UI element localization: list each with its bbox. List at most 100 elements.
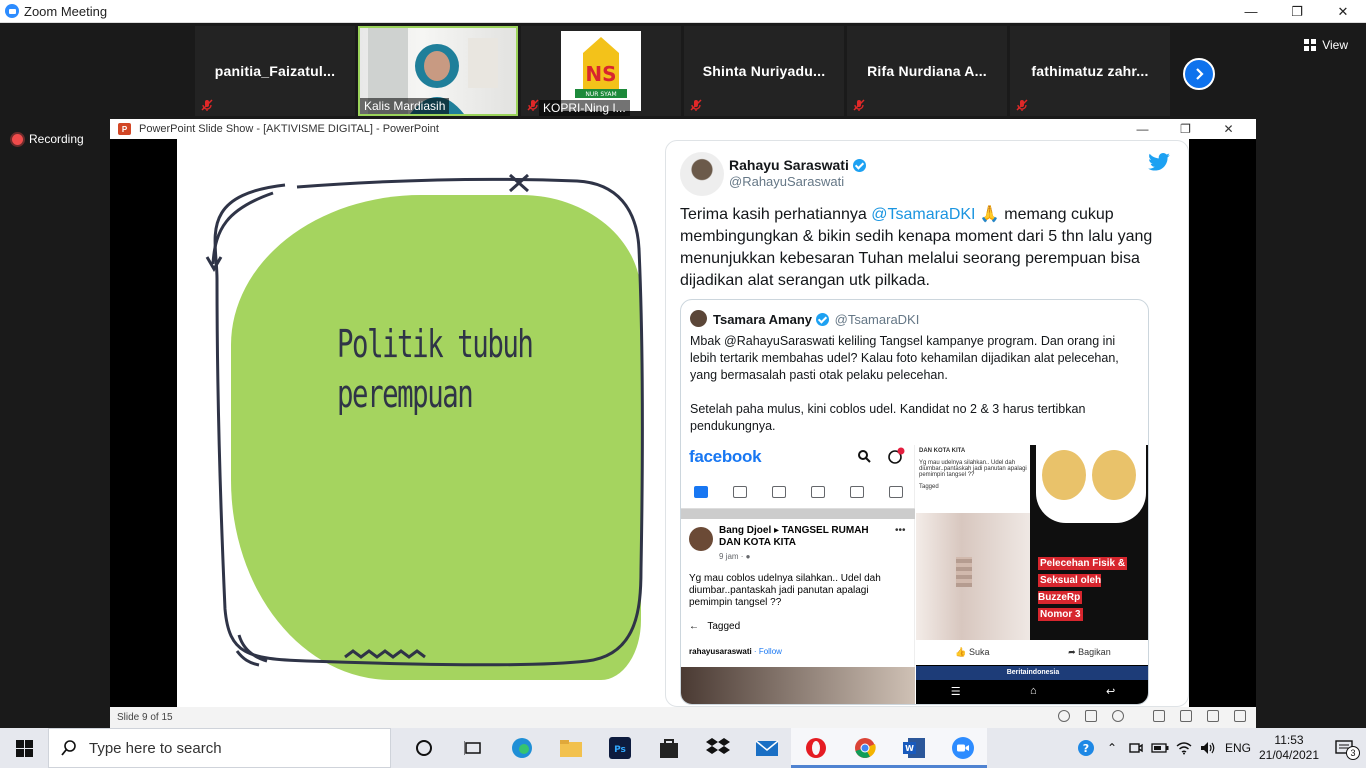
photo-image (916, 513, 1030, 640)
photoshop-icon[interactable]: Ps (595, 728, 644, 768)
opera-icon[interactable] (791, 728, 840, 768)
facebook-logo: facebook (689, 447, 762, 466)
phone-nav: ☰ ⌂ ↩ (950, 685, 1116, 698)
minimize-button[interactable]: — (1228, 0, 1274, 23)
slideshow-view-icon[interactable] (1234, 710, 1246, 722)
more-icon: ••• (895, 525, 906, 536)
edge-icon[interactable] (497, 728, 546, 768)
window-controls: — ❐ ✕ (1228, 0, 1366, 23)
system-tray: ? ⌃ ENG 11:53 21/04/2021 3 (1072, 728, 1366, 768)
participant-tile[interactable]: Rifa Nurdiana A... (847, 26, 1007, 116)
taskbar-search[interactable]: Type here to search (48, 728, 391, 768)
svg-text:Ps: Ps (614, 745, 626, 755)
recording-dot-icon (12, 133, 23, 145)
home-icon (693, 485, 708, 498)
reading-view-icon[interactable] (1207, 710, 1219, 722)
quoted-text: Mbak @RahayuSaraswati keliling Tangsel k… (690, 334, 1119, 433)
mention-link[interactable]: @TsamaraDKI (871, 206, 975, 223)
fb-post-text: Yg mau coblos udelnya silahkan.. Udel da… (689, 573, 881, 608)
fb-time: 9 jam · ● (719, 552, 751, 561)
avatar (689, 527, 713, 551)
fb-actions: 👍 Suka ➦ Bagikan (916, 640, 1148, 665)
dropbox-icon[interactable] (693, 728, 742, 768)
chevron-up-icon[interactable]: ⌃ (1100, 741, 1124, 755)
notes-icon[interactable] (1085, 710, 1097, 722)
maximize-button[interactable]: ❐ (1274, 0, 1320, 23)
tweet-card: Rahayu Saraswati @RahayuSaraswati Terima… (665, 140, 1189, 707)
normal-view-icon[interactable] (1153, 710, 1165, 722)
slideshow-controls (1058, 710, 1246, 722)
slide-title: Politik tubuh perempuan (337, 322, 534, 416)
quoted-tweet[interactable]: Tsamara Amany @TsamaraDKI Mbak @RahayuSa… (680, 299, 1149, 705)
candidate-image: Pelecehan Fisik & Seksual oleh BuzzeRp N… (1030, 445, 1148, 640)
tweet-author-name: Rahayu Saraswati (729, 157, 866, 173)
candidate-face (1042, 450, 1086, 500)
previous-slide-icon[interactable] (1058, 710, 1070, 722)
clock[interactable]: 11:53 21/04/2021 (1256, 733, 1322, 763)
start-button[interactable] (0, 728, 48, 768)
ppt-close-button[interactable]: ✕ (1207, 119, 1250, 139)
battery-icon[interactable] (1148, 743, 1172, 753)
cortana-icon[interactable] (399, 728, 448, 768)
language-indicator[interactable]: ENG (1220, 741, 1256, 755)
window-title: Zoom Meeting (24, 3, 108, 19)
windows-logo-icon (15, 739, 33, 757)
bell-icon (849, 485, 864, 498)
zoom-icon[interactable] (938, 728, 987, 768)
tweet-text: Terima kasih perhatiannya @TsamaraDKI 🙏 … (680, 206, 1153, 289)
participant-tile[interactable]: fathimatuz zahr... (1010, 26, 1170, 116)
volume-icon[interactable] (1196, 741, 1220, 755)
help-icon[interactable]: ? (1072, 738, 1100, 758)
marketplace-icon (810, 485, 825, 498)
next-slide-icon[interactable] (1112, 710, 1124, 722)
meet-now-icon[interactable] (1124, 741, 1148, 755)
fb-clip: DAN KOTA KITA Yg mau udelnya silahkan.. U… (916, 445, 1030, 513)
participant-tile[interactable]: Shinta Nuriyadu... (684, 26, 844, 116)
avatar (680, 152, 724, 196)
participant-tile[interactable]: panitia_Faizatul... (195, 26, 355, 116)
next-participants-button[interactable] (1183, 58, 1215, 90)
avatar (690, 310, 707, 327)
candidate-face (1092, 450, 1136, 500)
search-placeholder: Type here to search (89, 739, 222, 757)
clock-time: 11:53 (1274, 733, 1304, 747)
ppt-maximize-button[interactable]: ❐ (1164, 119, 1207, 139)
powerpoint-window-controls: — ❐ ✕ (1121, 119, 1250, 139)
ppt-minimize-button[interactable]: — (1121, 119, 1164, 139)
like-label: 👍 Suka (955, 647, 990, 657)
facebook-nav (681, 475, 915, 509)
quoted-author: Tsamara Amany @TsamaraDKI (713, 312, 920, 327)
svg-text:W: W (905, 744, 914, 753)
taskbar: Type here to search Ps W ? ⌃ ENG 11:53 2… (0, 728, 1366, 768)
share-label: ➦ Bagikan (1068, 647, 1111, 657)
slide-sorter-icon[interactable] (1180, 710, 1192, 722)
wifi-icon[interactable] (1172, 741, 1196, 755)
recording-label: Recording (29, 132, 84, 146)
powerpoint-icon: P (118, 123, 131, 135)
participant-tile[interactable]: NS NUR SYAM KOPRI-Ning I... (521, 26, 681, 116)
close-button[interactable]: ✕ (1320, 0, 1366, 23)
tweet-author-handle: @RahayuSaraswati (729, 174, 845, 189)
participant-logo: NS NUR SYAM (561, 31, 641, 111)
search-icon (858, 450, 871, 463)
participant-name: panitia_Faizatul... (214, 63, 336, 79)
store-icon[interactable] (644, 728, 693, 768)
fb-photo (681, 667, 915, 704)
recording-indicator[interactable]: Recording (12, 132, 84, 146)
twitter-bird-icon (1148, 153, 1170, 171)
news-bar: Beritaindonesia ☰ ⌂ ↩ (916, 665, 1148, 704)
censor-blur (956, 557, 972, 587)
slide-canvas[interactable]: Politik tubuh perempuan Rahayu Saraswati… (177, 139, 1189, 707)
muted-mic-icon (1016, 99, 1028, 111)
file-explorer-icon[interactable] (546, 728, 595, 768)
friends-icon (732, 485, 747, 498)
chrome-icon[interactable] (840, 728, 889, 768)
participant-name: fathimatuz zahr... (1031, 63, 1149, 79)
view-button[interactable]: View (1304, 38, 1348, 52)
participant-video-tile[interactable]: Kalis Mardiasih (358, 26, 518, 116)
mail-icon[interactable] (742, 728, 791, 768)
word-icon[interactable]: W (889, 728, 938, 768)
task-view-icon[interactable] (448, 728, 497, 768)
muted-mic-icon (853, 99, 865, 111)
notification-icon[interactable]: 3 (1322, 740, 1366, 760)
